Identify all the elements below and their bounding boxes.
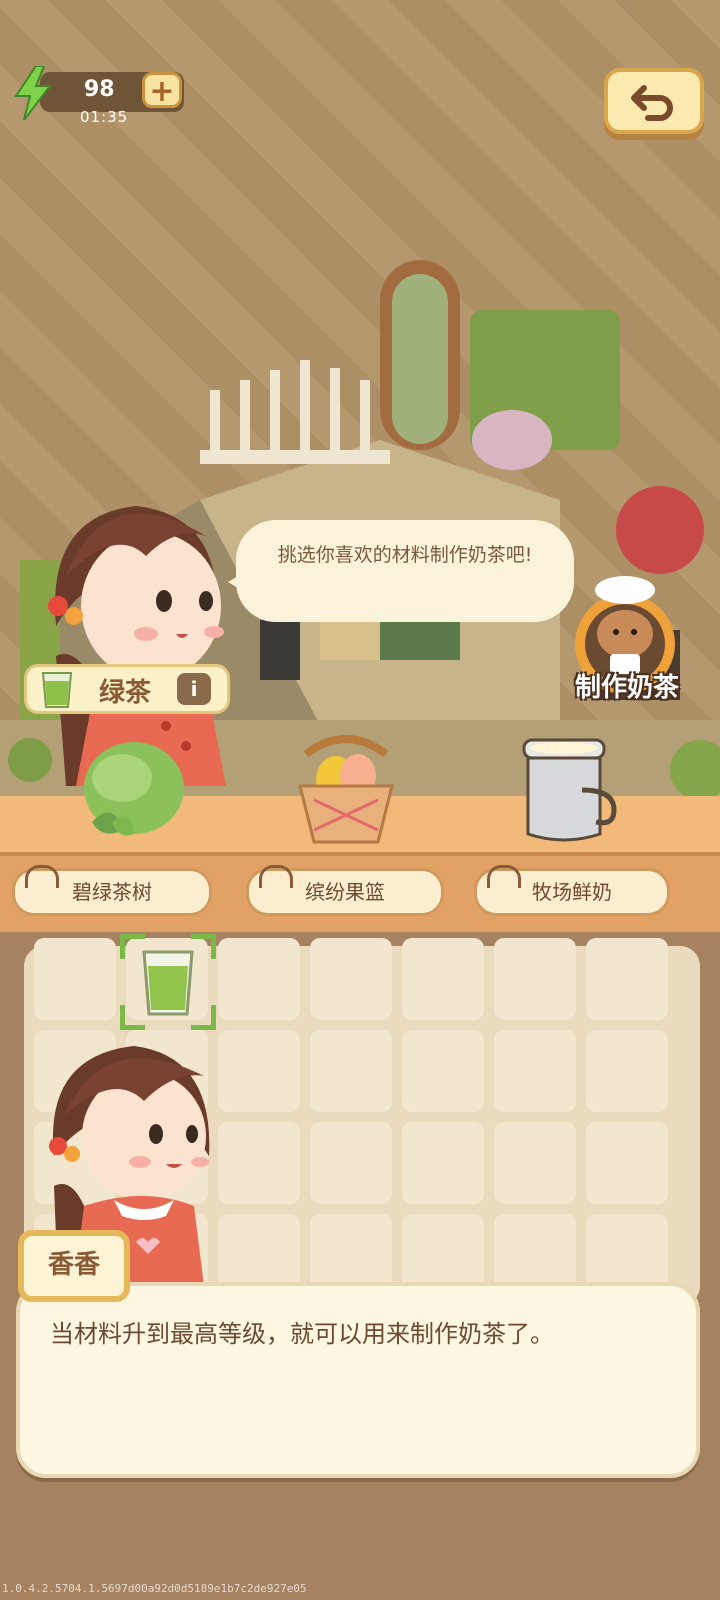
hook-icon	[487, 865, 521, 888]
fruit-basket-label: 缤纷果篮	[305, 880, 385, 904]
speech-bubble: 挑选你喜欢的材料制作奶茶吧!	[236, 520, 574, 622]
board-cell[interactable]	[310, 1030, 392, 1112]
tea-tree-label: 碧绿茶树	[72, 880, 152, 904]
board-cell[interactable]	[494, 1122, 576, 1204]
speech-bubble-tail	[228, 570, 248, 594]
milk-button[interactable]: 牧场鲜奶	[474, 865, 670, 916]
add-energy-button[interactable]: +	[142, 72, 182, 108]
board-cell[interactable]	[310, 938, 392, 1020]
board-cell[interactable]	[494, 938, 576, 1020]
board-cell[interactable]	[586, 1122, 668, 1204]
board-cell[interactable]	[494, 1030, 576, 1112]
energy-value: 98	[84, 77, 115, 102]
hook-icon	[259, 865, 293, 888]
build-id: 1.0.4.2.5704.1.5697d00a92d0d5189e1b7c2de…	[2, 1582, 307, 1595]
tea-tree-button[interactable]: 碧绿茶树	[12, 865, 212, 916]
back-button[interactable]	[604, 68, 704, 134]
green-tea-cup-icon	[41, 672, 73, 708]
counter-edge	[0, 852, 720, 856]
ingredient-tag: 绿茶 i	[24, 664, 230, 714]
fruit-basket-button[interactable]: 缤纷果篮	[246, 865, 444, 916]
milk-can-icon[interactable]	[510, 730, 630, 850]
info-button[interactable]: i	[177, 673, 211, 705]
board-cell[interactable]	[218, 1122, 300, 1204]
board-cell[interactable]	[34, 938, 116, 1020]
board-cell[interactable]	[586, 938, 668, 1020]
board-cell[interactable]	[586, 1030, 668, 1112]
board-cell[interactable]	[402, 1030, 484, 1112]
board-cell[interactable]	[402, 938, 484, 1020]
speaker-name-tag: 香香	[18, 1230, 130, 1302]
undo-arrow-icon	[631, 85, 673, 121]
dialog-text: 当材料升到最高等级，就可以用来制作奶茶了。	[50, 1320, 554, 1348]
hook-icon	[25, 865, 59, 888]
energy-timer: 01:35	[80, 108, 129, 126]
ingredient-name: 绿茶	[99, 678, 152, 708]
make-milk-tea-label[interactable]: 制作奶茶	[552, 667, 702, 704]
tea-tree-icon[interactable]	[72, 730, 192, 850]
board-cell[interactable]	[310, 1122, 392, 1204]
fruit-basket-icon[interactable]	[286, 730, 406, 850]
milk-label: 牧场鲜奶	[532, 880, 612, 904]
green-tea-cup-icon	[142, 950, 194, 1016]
board-cell[interactable]	[402, 1122, 484, 1204]
board-cell[interactable]	[218, 1030, 300, 1112]
board-cell[interactable]	[218, 938, 300, 1020]
energy-panel: 98 01:35 +	[14, 66, 184, 126]
lightning-icon	[14, 66, 52, 120]
